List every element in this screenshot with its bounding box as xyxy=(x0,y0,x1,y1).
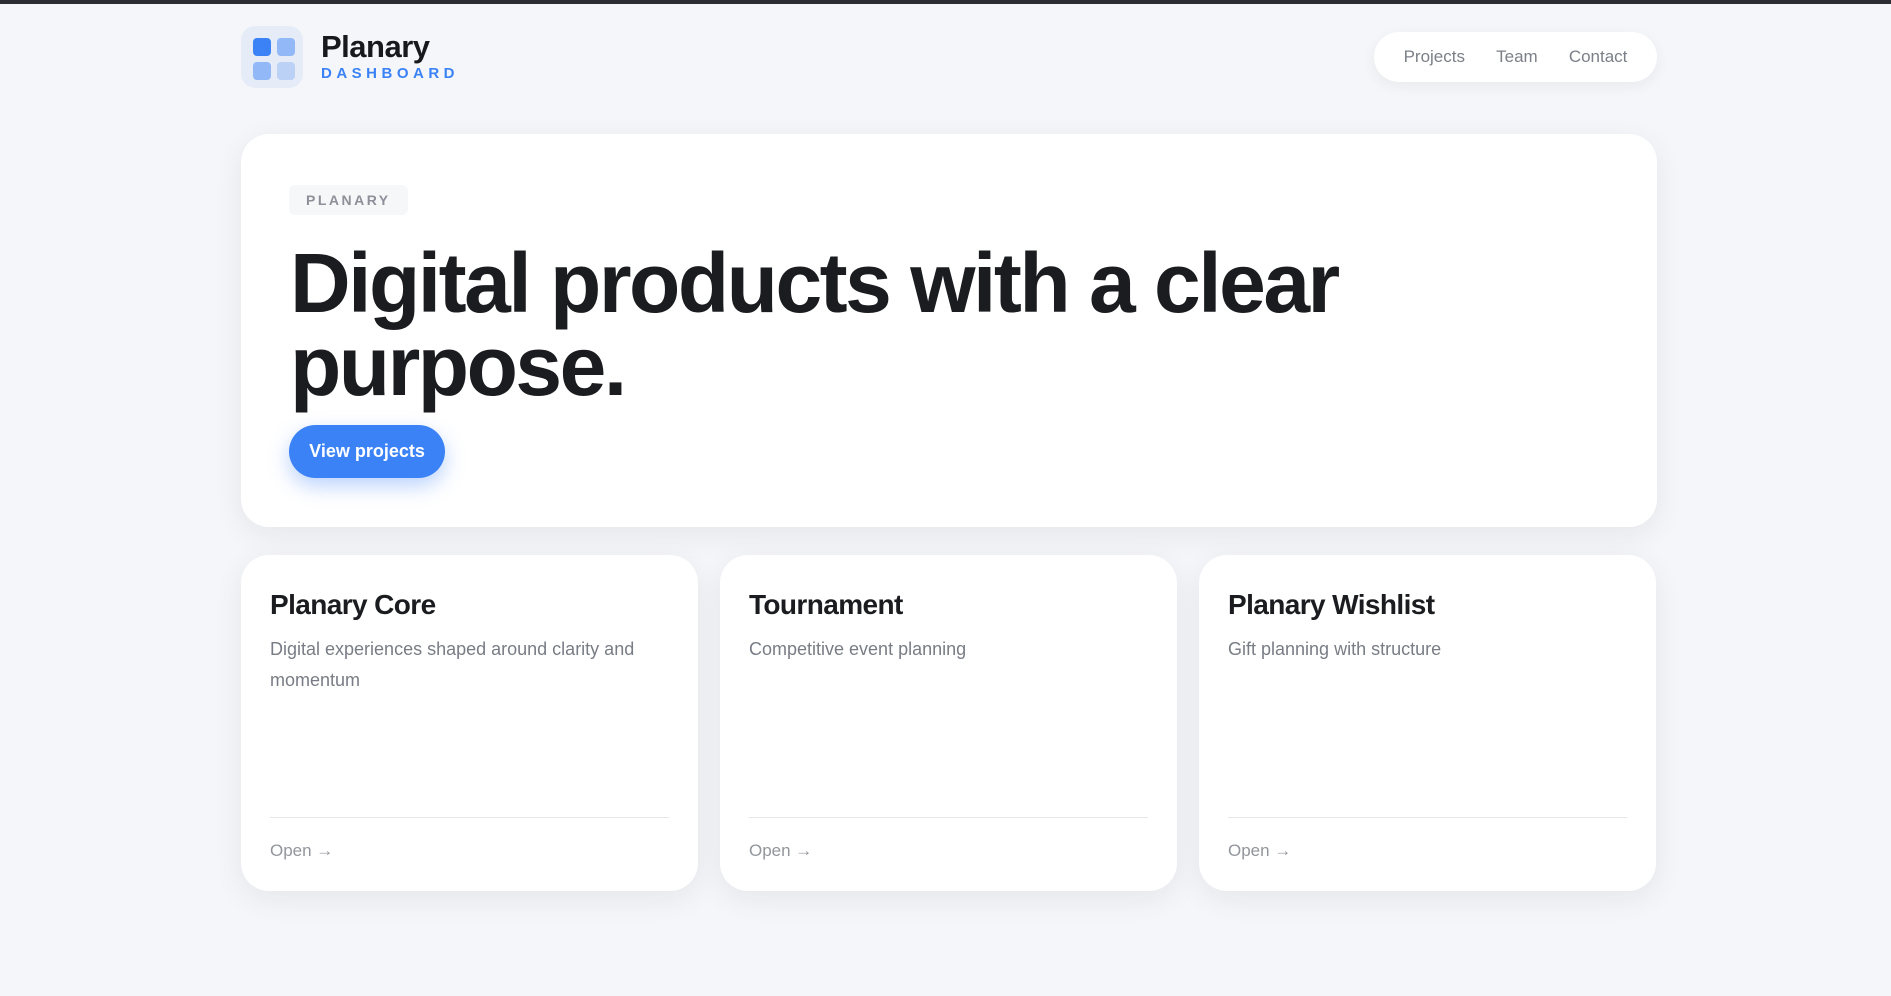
logo-square xyxy=(277,62,295,80)
logo-square xyxy=(253,38,271,56)
card-description: Competitive event planning xyxy=(749,639,967,659)
view-projects-button[interactable]: View projects xyxy=(289,425,445,478)
logo-grid-icon xyxy=(241,26,303,88)
header: Planary DASHBOARD Projects Team Contact xyxy=(241,25,1657,89)
page-container: Planary DASHBOARD Projects Team Contact … xyxy=(241,0,1657,996)
hero-title: Digital products with a clear purpose. xyxy=(290,236,1340,413)
brand-name: Planary xyxy=(321,29,430,64)
card-open-link[interactable]: Open → xyxy=(749,841,812,861)
logo-square xyxy=(277,38,295,56)
card-description: Digital experiences shaped around clarit… xyxy=(270,639,635,690)
card-divider xyxy=(270,817,669,818)
brand-text: Planary DASHBOARD xyxy=(321,31,459,83)
top-nav: Projects Team Contact xyxy=(1374,32,1657,82)
project-card-wishlist[interactable]: Planary Wishlist Gift planning with stru… xyxy=(1199,555,1656,891)
card-description: Gift planning with structure xyxy=(1228,639,1442,659)
project-card-core[interactable]: Planary Core Digital experiences shaped … xyxy=(241,555,698,891)
brand-subtitle: DASHBOARD xyxy=(321,65,459,82)
card-title: Tournament xyxy=(749,589,903,620)
card-divider xyxy=(1228,817,1627,818)
hero-eyebrow: PLANARY xyxy=(289,185,408,215)
logo-square xyxy=(253,62,271,80)
card-open-link[interactable]: Open → xyxy=(270,841,333,861)
card-open-link[interactable]: Open → xyxy=(1228,841,1291,861)
nav-link-projects[interactable]: Projects xyxy=(1404,47,1465,67)
card-divider xyxy=(749,817,1148,818)
card-title: Planary Wishlist xyxy=(1228,589,1435,620)
card-title: Planary Core xyxy=(270,589,436,620)
brand[interactable]: Planary DASHBOARD xyxy=(241,25,459,89)
hero-card: PLANARY Digital products with a clear pu… xyxy=(241,134,1657,527)
nav-link-team[interactable]: Team xyxy=(1496,47,1538,67)
project-cards: Planary Core Digital experiences shaped … xyxy=(241,555,1657,891)
project-card-tournament[interactable]: Tournament Competitive event planning Op… xyxy=(720,555,1177,891)
nav-link-contact[interactable]: Contact xyxy=(1569,47,1628,67)
